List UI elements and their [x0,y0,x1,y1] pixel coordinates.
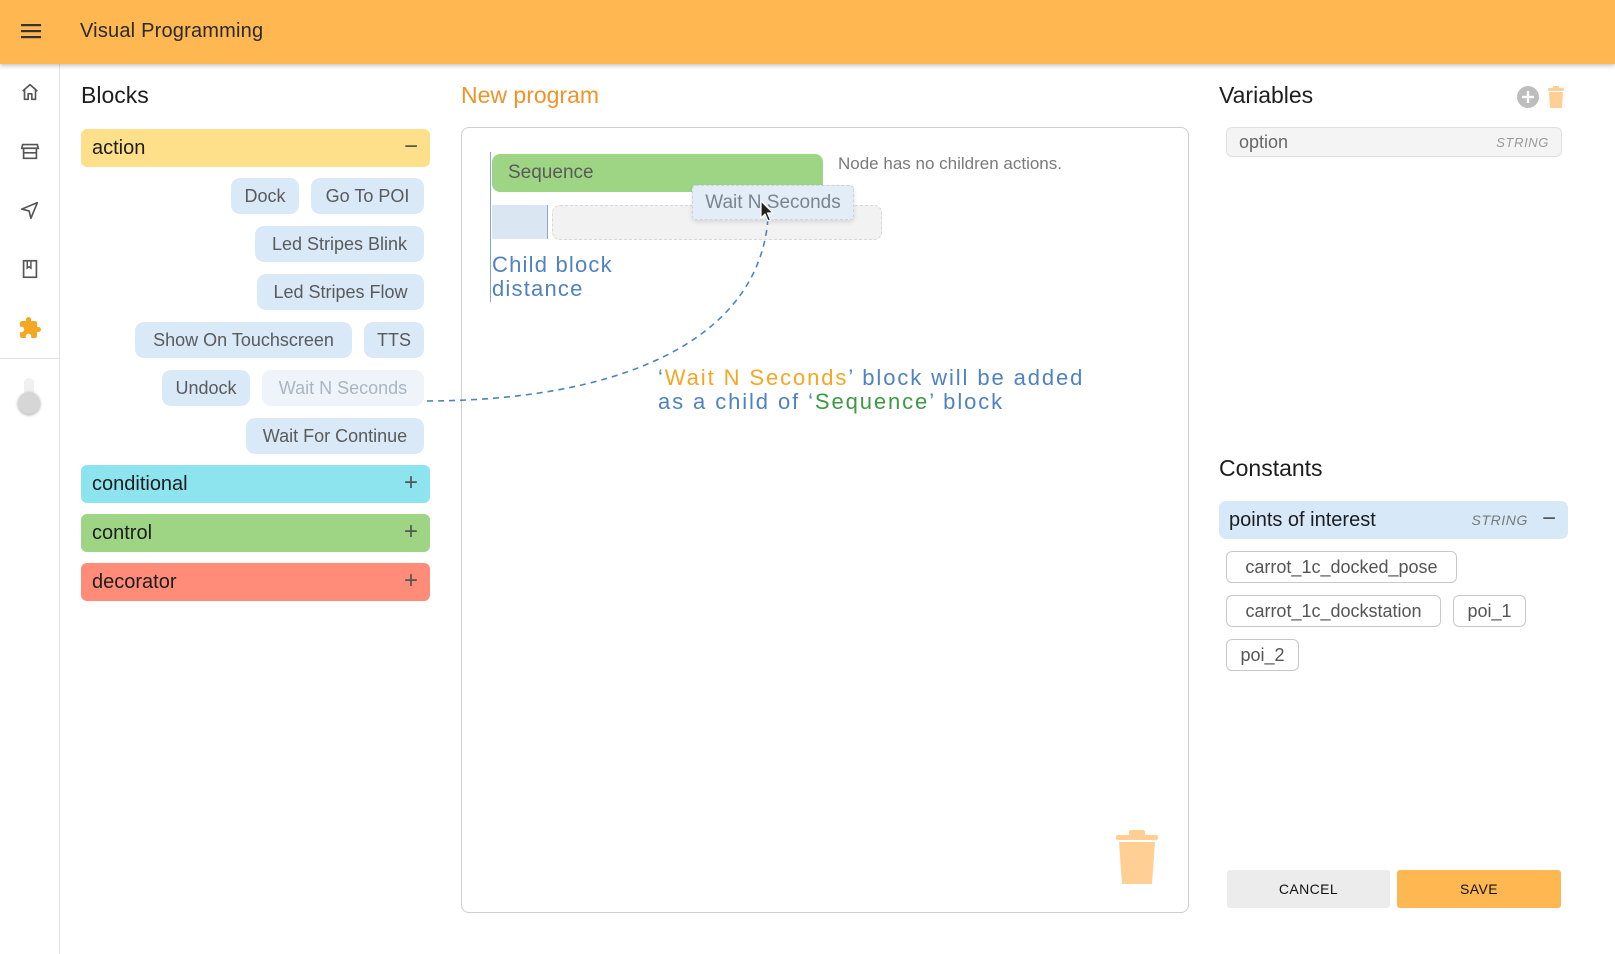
toggle-knob[interactable] [18,392,40,414]
child-distance-annotation: Child block distance [492,253,692,301]
category-label: decorator [92,570,177,593]
expand-icon[interactable]: + [404,469,418,497]
annotation-block-name: Wait N Seconds [664,365,849,390]
blocks-title: Blocks [81,82,149,108]
mouse-cursor-icon [760,200,774,222]
home-icon[interactable] [0,72,60,112]
constant-value[interactable]: poi_2 [1226,639,1299,671]
variable-type: STRING [1496,134,1549,150]
annotation-text: ’ block [929,389,1005,414]
category-control[interactable]: control + [81,514,430,552]
tree-guide-line [490,152,491,302]
constant-group-points-of-interest[interactable]: points of interest STRING − [1219,501,1568,539]
variable-option[interactable]: option STRING [1226,127,1562,157]
constant-value[interactable]: carrot_1c_dockstation [1226,595,1441,627]
annotation-parent-name: Sequence [814,389,930,414]
category-label: conditional [92,472,188,495]
block-go-to-poi[interactable]: Go To POI [311,178,424,214]
app-bar: Visual Programming [0,0,1615,64]
program-title[interactable]: New program [461,82,599,109]
cancel-button[interactable]: CANCEL [1227,870,1390,908]
no-children-message: Node has no children actions. [838,154,1062,173]
program-editor-canvas[interactable] [461,127,1189,913]
block-led-stripes-flow[interactable]: Led Stripes Flow [257,274,424,310]
collapse-icon[interactable]: − [404,133,418,161]
annotation-line: Child block [492,252,613,277]
constant-group-type: STRING [1471,512,1528,528]
block-dock[interactable]: Dock [231,178,299,214]
block-show-on-touchscreen[interactable]: Show On Touchscreen [135,322,352,358]
child-indent-marker [492,205,548,239]
add-variable-icon[interactable] [1515,84,1541,110]
expand-icon[interactable]: + [404,518,418,546]
menu-icon[interactable] [14,14,48,48]
book-icon[interactable] [0,249,60,289]
app-title: Visual Programming [80,20,264,42]
block-led-stripes-blink[interactable]: Led Stripes Blink [255,226,424,262]
variable-name: option [1239,131,1289,152]
nav-rail [0,64,60,954]
expand-icon[interactable]: + [404,567,418,595]
collapse-icon[interactable]: − [1542,505,1556,533]
rail-divider [0,358,60,359]
puzzle-icon[interactable] [0,308,60,348]
trash-icon[interactable] [1114,830,1160,886]
annotation-text: ‘ [658,365,665,390]
block-wait-n-seconds[interactable]: Wait N Seconds [262,370,424,406]
store-icon[interactable] [0,131,60,171]
block-wait-for-continue[interactable]: Wait For Continue [246,418,424,454]
delete-variable-icon[interactable] [1543,84,1569,110]
block-undock[interactable]: Undock [162,370,250,406]
category-decorator[interactable]: decorator + [81,563,430,601]
variables-title: Variables [1219,82,1314,108]
category-label: control [92,521,153,544]
save-button[interactable]: SAVE [1397,870,1561,908]
constant-group-name: points of interest [1229,508,1376,531]
category-conditional[interactable]: conditional + [81,465,430,503]
block-tts[interactable]: TTS [364,322,424,358]
category-label: action [92,136,146,159]
category-action[interactable]: action − [81,129,430,167]
send-icon[interactable] [0,190,60,230]
annotation-line: distance [492,276,584,301]
constants-title: Constants [1219,455,1323,481]
annotation-text: ’ block will be added [848,365,1085,390]
drop-explanation-annotation: ‘Wait N Seconds’ block will be added as … [658,366,1158,414]
theme-toggle[interactable] [18,378,40,414]
constant-value[interactable]: poi_1 [1453,595,1526,627]
constant-value[interactable]: carrot_1c_docked_pose [1226,551,1457,583]
annotation-text: as a child of ‘ [658,389,815,414]
